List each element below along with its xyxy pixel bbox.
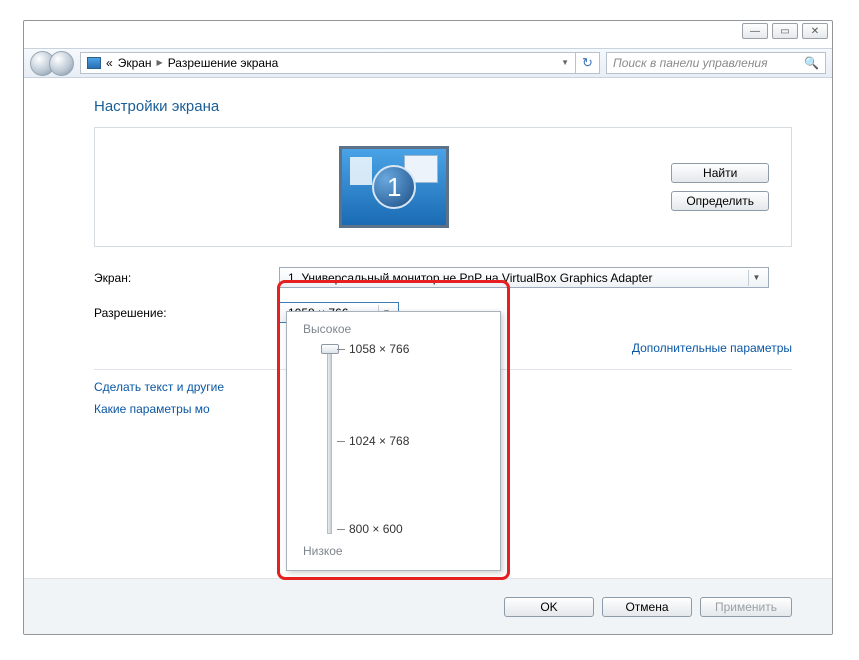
chevron-right-icon: ▶ <box>157 52 163 74</box>
display-row: Экран: 1. Универсальный монитор не PnP н… <box>94 267 792 288</box>
advanced-settings-link[interactable]: Дополнительные параметры <box>632 341 792 355</box>
maximize-button[interactable]: ▭ <box>772 23 798 39</box>
refresh-button[interactable]: ↻ <box>576 52 600 74</box>
preview-buttons: Найти Определить <box>671 163 769 211</box>
toolbar: « Экран ▶ Разрешение экрана ▼ ↻ Поиск в … <box>24 48 832 78</box>
resolution-popup[interactable]: Высокое 1058 × 766 1024 × 768 800 × 600 … <box>286 311 501 571</box>
display-value: 1. Универсальный монитор не PnP на Virtu… <box>288 271 652 285</box>
close-button[interactable]: ✕ <box>802 23 828 39</box>
resolution-label: Разрешение: <box>94 306 279 320</box>
slider-tick[interactable]: 800 × 600 <box>349 522 403 536</box>
resolution-popup-highlight: Высокое 1058 × 766 1024 × 768 800 × 600 … <box>277 280 510 580</box>
page-title: Настройки экрана <box>94 98 792 115</box>
slider-tick[interactable]: 1058 × 766 <box>349 342 409 356</box>
cancel-button[interactable]: Отмена <box>602 597 692 617</box>
find-button[interactable]: Найти <box>671 163 769 183</box>
breadcrumb-item[interactable]: Экран <box>118 52 152 74</box>
chevron-down-icon: ▼ <box>748 270 764 286</box>
breadcrumb-item[interactable]: Разрешение экрана <box>168 52 279 74</box>
resolution-slider[interactable]: 1058 × 766 1024 × 768 800 × 600 <box>319 342 484 542</box>
popup-high-label: Высокое <box>303 322 484 336</box>
monitor-preview: 1 <box>117 146 671 228</box>
display-dropdown[interactable]: 1. Универсальный монитор не PnP на Virtu… <box>279 267 769 288</box>
address-bar[interactable]: « Экран ▶ Разрешение экрана ▼ <box>80 52 576 74</box>
ok-button[interactable]: OK <box>504 597 594 617</box>
apply-button[interactable]: Применить <box>700 597 792 617</box>
monitor-preview-box: 1 Найти Определить <box>94 127 792 247</box>
display-icon <box>87 57 101 69</box>
display-label: Экран: <box>94 271 279 285</box>
search-icon: 🔍 <box>804 56 819 70</box>
minimize-button[interactable]: — <box>742 23 768 39</box>
popup-low-label: Низкое <box>303 544 484 558</box>
monitor-number-badge: 1 <box>372 165 416 209</box>
identify-button[interactable]: Определить <box>671 191 769 211</box>
search-placeholder: Поиск в панели управления <box>613 56 768 70</box>
slider-track <box>327 348 332 534</box>
search-input[interactable]: Поиск в панели управления 🔍 <box>606 52 826 74</box>
window-controls: — ▭ ✕ <box>742 23 828 39</box>
chevron-down-icon[interactable]: ▼ <box>561 52 569 74</box>
dialog-footer: OK Отмена Применить <box>24 578 832 634</box>
monitor-thumbnail[interactable]: 1 <box>339 146 449 228</box>
nav-forward-button[interactable] <box>49 51 74 76</box>
breadcrumb-pre: « <box>106 52 113 74</box>
slider-tick[interactable]: 1024 × 768 <box>349 434 409 448</box>
